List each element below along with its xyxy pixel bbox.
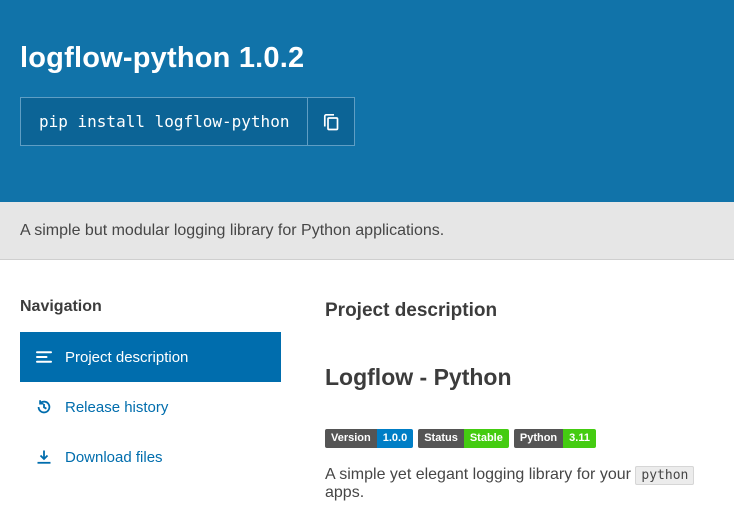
pip-command-box: pip install logflow-python [20, 97, 356, 147]
history-icon [36, 399, 52, 415]
python-badge: Python 3.11 [513, 429, 596, 449]
project-summary: A simple but modular logging library for… [20, 221, 445, 239]
project-description-text: A simple yet elegant logging library for… [325, 466, 714, 502]
inline-code: python [635, 466, 695, 486]
copy-icon [323, 113, 339, 131]
download-icon [36, 449, 52, 465]
status-badge: Status Stable [418, 429, 509, 449]
page-title: logflow-python 1.0.2 [20, 42, 305, 74]
sidebar: Navigation Project description Release h… [20, 288, 281, 502]
main-content: Project description Logflow - Python Ver… [325, 288, 714, 502]
sidebar-item-label: Release history [65, 398, 169, 416]
summary-bar: A simple but modular logging library for… [0, 202, 734, 261]
content-area: Navigation Project description Release h… [0, 260, 734, 502]
page-header: logflow-python 1.0.2 pip install logflow… [0, 0, 734, 203]
sidebar-item-project-description[interactable]: Project description [20, 332, 281, 383]
pip-command-text: pip install logflow-python [39, 112, 290, 132]
sidebar-item-release-history[interactable]: Release history [20, 382, 281, 432]
copy-button[interactable] [307, 98, 354, 146]
badge-row: Version 1.0.0 Status Stable Python 3.11 [325, 429, 714, 449]
sidebar-item-download-files[interactable]: Download files [20, 432, 281, 482]
section-title: Project description [325, 300, 498, 322]
align-left-icon [36, 350, 52, 364]
description-suffix: apps. [325, 484, 365, 502]
sidebar-nav: Project description Release history Down… [20, 332, 281, 482]
version-badge: Version 1.0.0 [325, 429, 414, 449]
project-heading: Logflow - Python [325, 364, 512, 391]
description-prefix: A simple yet elegant logging library for… [325, 466, 631, 484]
sidebar-item-label: Project description [65, 348, 189, 366]
sidebar-item-label: Download files [65, 448, 163, 466]
navigation-title: Navigation [20, 298, 102, 316]
